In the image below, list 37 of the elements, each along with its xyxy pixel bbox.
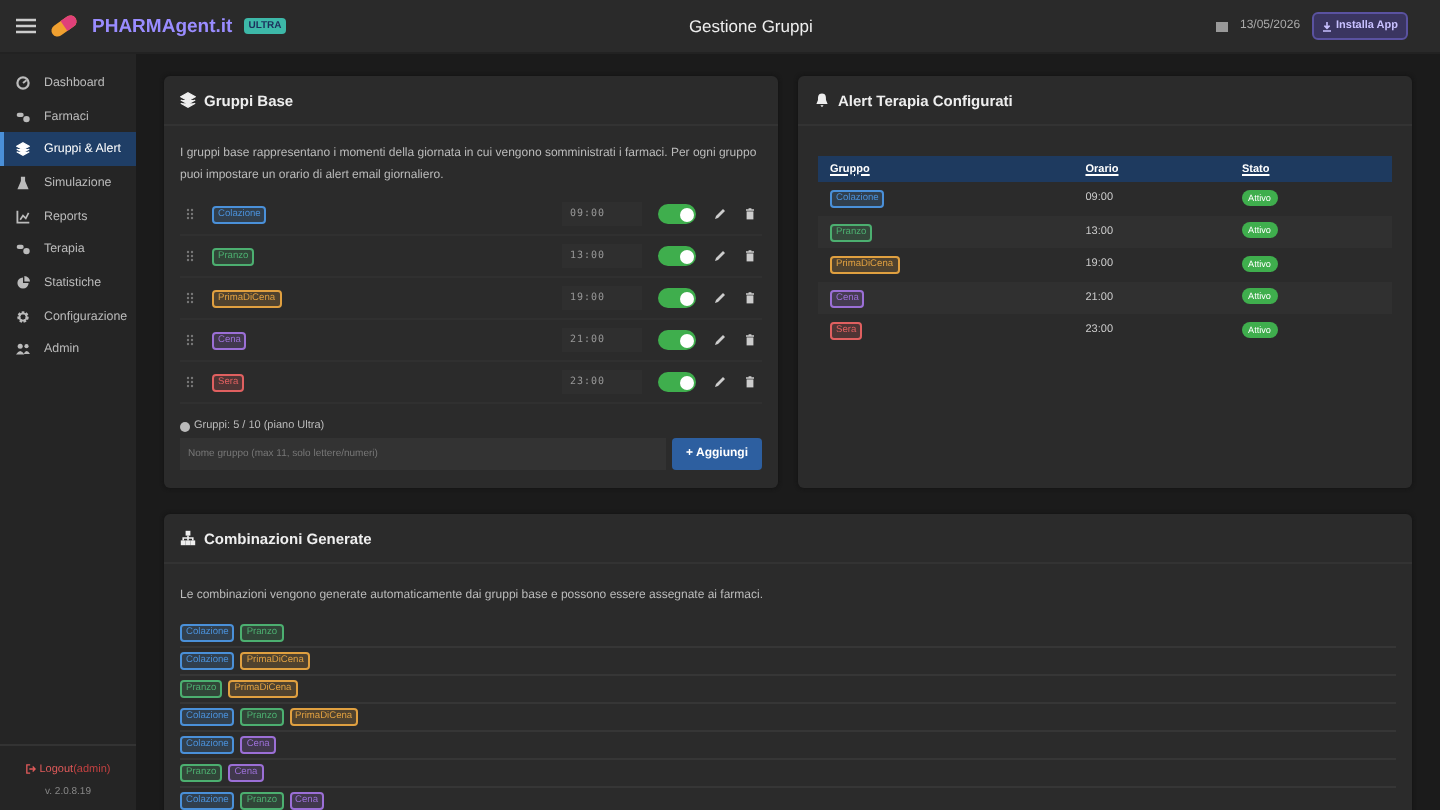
drag-handle-icon[interactable] (186, 250, 196, 262)
drag-handle-icon[interactable] (186, 208, 196, 220)
toggle-switch[interactable] (658, 204, 696, 224)
toggle-switch[interactable] (658, 330, 696, 350)
pills-icon (16, 242, 30, 257)
bell-icon (814, 92, 830, 108)
layers-icon (180, 92, 196, 108)
page-title: Gestione Gruppi (686, 16, 815, 36)
drag-handle-icon[interactable] (186, 376, 196, 388)
pencil-icon[interactable] (714, 376, 726, 388)
trash-icon[interactable] (744, 334, 756, 346)
gauge-icon (16, 75, 30, 90)
pencil-icon[interactable] (714, 334, 726, 346)
flask-icon (16, 175, 30, 190)
menu-icon[interactable] (16, 18, 36, 34)
toggle-switch[interactable] (658, 288, 696, 308)
users-icon (16, 342, 30, 357)
settings-icon (16, 309, 30, 324)
drag-handle-icon[interactable] (186, 334, 196, 346)
hierarchy-icon (180, 530, 196, 546)
pencil-icon[interactable] (714, 208, 726, 220)
toggle-switch[interactable] (658, 246, 696, 266)
pills-icon (16, 109, 30, 124)
pencil-icon[interactable] (714, 292, 726, 304)
pie-chart-icon (16, 275, 30, 290)
toggle-switch[interactable] (658, 372, 696, 392)
pencil-icon[interactable] (714, 250, 726, 262)
brand-name: PHARMAgent.it (92, 15, 233, 37)
drag-handle-icon[interactable] (186, 292, 196, 304)
trash-icon[interactable] (744, 208, 756, 220)
layers-icon (16, 142, 30, 157)
trash-icon[interactable] (744, 250, 756, 262)
trash-icon[interactable] (744, 376, 756, 388)
line-chart-icon (16, 209, 30, 224)
logout-icon (25, 763, 36, 774)
trash-icon[interactable] (744, 292, 756, 304)
download-icon (1322, 21, 1333, 31)
